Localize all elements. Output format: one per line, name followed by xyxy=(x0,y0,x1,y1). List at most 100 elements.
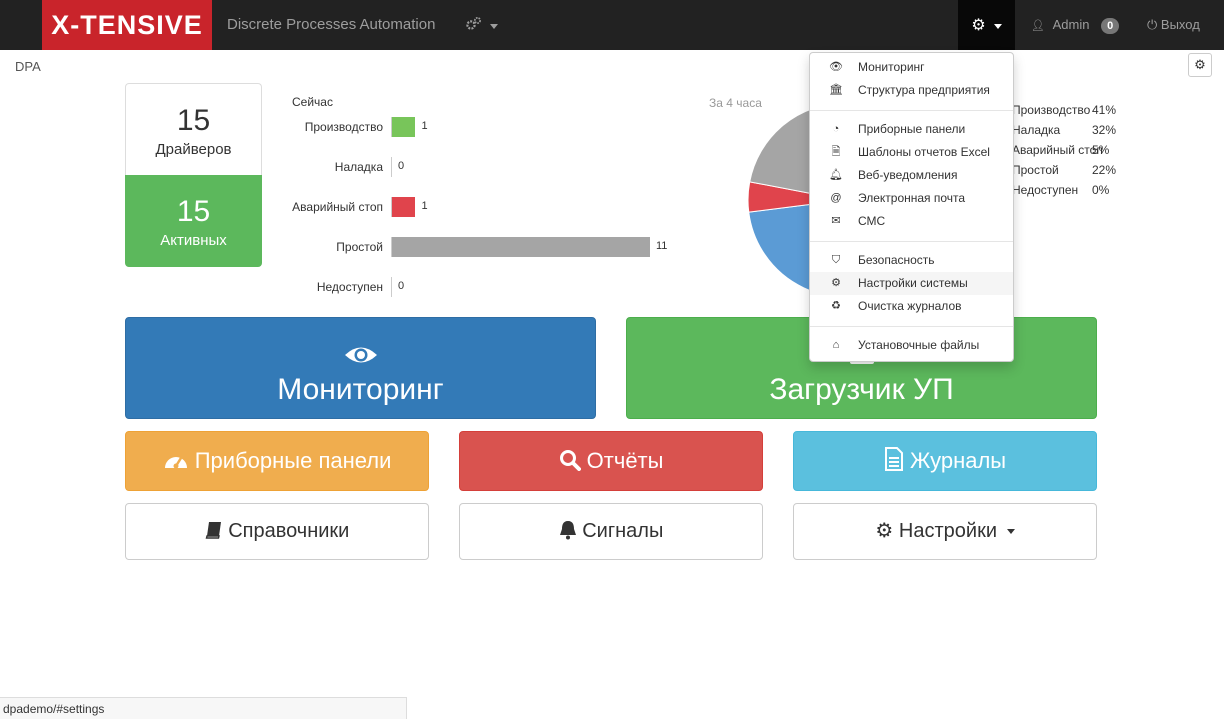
eye-icon: 👁︎ xyxy=(829,61,843,73)
user-name: Admin xyxy=(1052,17,1090,32)
active-label: Активных xyxy=(160,232,227,249)
signals-button[interactable]: Сигналы xyxy=(459,503,763,560)
monitoring-label: Мониторинг xyxy=(277,373,444,406)
dashboards-button[interactable]: Приборные панели xyxy=(125,431,429,491)
menu-item-security[interactable]: ⛉ Безопасность xyxy=(810,249,1013,272)
menu-item-label: Приборные панели xyxy=(858,122,966,136)
references-button[interactable]: Справочники xyxy=(125,503,429,560)
user-icon: 👤︎ xyxy=(1031,20,1045,32)
reports-label: Отчёты xyxy=(586,448,664,473)
chevron-down-icon xyxy=(489,23,498,29)
menu-item-label: Электронная почта xyxy=(858,191,966,205)
search-icon xyxy=(559,448,587,473)
settings-menu-toggle[interactable]: ⚙ xyxy=(958,0,1015,50)
legend-label: Производство xyxy=(1012,103,1091,117)
menu-item-sms[interactable]: ✉︎ СМС xyxy=(810,210,1013,233)
page-settings-button[interactable]: ⚙ xyxy=(1188,53,1212,77)
legend-percent: 32% xyxy=(1092,123,1117,137)
active-count: 15 xyxy=(176,195,211,228)
menu-item-label: Очистка журналов xyxy=(858,299,962,313)
dashboards-label: Приборные панели xyxy=(194,448,392,473)
menu-item-clear-journals[interactable]: ♻︎ Очистка журналов xyxy=(810,295,1013,318)
bar-value: 1 xyxy=(421,200,428,212)
menu-item-dashboards[interactable]: ◔ Приборные панели xyxy=(810,118,1013,141)
bar-row: Наладка 0 xyxy=(280,156,680,178)
legend-row: Простой 22% xyxy=(1012,163,1132,183)
menu-item-label: Шаблоны отчетов Excel xyxy=(858,145,990,159)
user-menu[interactable]: 👤︎ Admin 0 xyxy=(1031,0,1120,51)
bank-icon: 🏛︎ xyxy=(829,84,843,96)
bar-row: Простой 11 xyxy=(280,236,680,258)
top-navbar: X-TENSIVE Discrete Processes Automation … xyxy=(0,0,1224,50)
active-stat[interactable]: 15 Активных xyxy=(125,175,262,267)
reports-button[interactable]: Отчёты xyxy=(459,431,763,491)
bar-value: 0 xyxy=(398,280,405,292)
cogs-menu-toggle[interactable] xyxy=(466,16,498,33)
recycle-icon: ♻︎ xyxy=(831,300,841,312)
logout-link[interactable]: ⏻ Выход xyxy=(1147,0,1200,50)
breadcrumb: DPA xyxy=(15,59,41,74)
bar-label: Производство xyxy=(304,120,383,134)
bar xyxy=(392,237,650,257)
settings-button[interactable]: ⚙ Настройки xyxy=(793,503,1097,560)
browser-status-url: dpademo/#settings xyxy=(0,697,407,719)
menu-divider xyxy=(810,326,1013,327)
references-label: Справочники xyxy=(228,520,350,542)
envelope-icon: ✉︎ xyxy=(831,215,841,227)
menu-item-web-notifications[interactable]: 🔔︎ Веб-уведомления xyxy=(810,164,1013,187)
menu-item-email[interactable]: @ Электронная почта xyxy=(810,187,1013,210)
gear-icon: ⚙ xyxy=(971,17,986,34)
cogs-icon: ⚙ xyxy=(831,277,841,289)
bar-row: Производство 1 xyxy=(280,116,680,138)
menu-item-structure[interactable]: 🏛︎ Структура предприятия xyxy=(810,79,1013,102)
bar xyxy=(392,117,416,137)
drivers-stat[interactable]: 15 Драйверов xyxy=(125,83,262,175)
file-text-icon xyxy=(884,447,910,473)
bar-label: Недоступен xyxy=(316,280,383,294)
app-title[interactable]: Discrete Processes Automation xyxy=(227,0,435,50)
logout-label: Выход xyxy=(1160,17,1200,32)
signals-label: Сигналы xyxy=(582,520,664,542)
menu-item-label: Мониторинг xyxy=(858,60,925,74)
hdd-icon: ⌂ xyxy=(832,339,840,351)
menu-item-install-files[interactable]: ⌂ Установочные файлы xyxy=(810,334,1013,357)
menu-item-excel-templates[interactable]: 🗎︎ Шаблоны отчетов Excel xyxy=(810,141,1013,164)
brand-logo[interactable]: X-TENSIVE xyxy=(42,0,212,50)
bar-label: Наладка xyxy=(334,160,383,174)
journals-button[interactable]: Журналы xyxy=(793,431,1097,491)
menu-divider xyxy=(810,241,1013,242)
book-icon xyxy=(205,520,229,542)
bar xyxy=(392,197,416,217)
bell-icon: 🔔︎ xyxy=(829,169,843,181)
notification-badge: 0 xyxy=(1101,17,1120,34)
shield-icon: ⛉ xyxy=(831,254,841,266)
chevron-down-icon xyxy=(993,23,1002,29)
legend-row: Производство 41% xyxy=(1012,103,1132,123)
menu-item-monitoring[interactable]: 👁︎ Мониторинг xyxy=(810,56,1013,79)
legend-row: Наладка 32% xyxy=(1012,123,1132,143)
legend-row: Аварийный стоп 5% xyxy=(1012,143,1132,163)
dashboard-icon xyxy=(163,448,195,473)
chevron-down-icon xyxy=(1006,529,1015,535)
menu-item-system-settings[interactable]: ⚙ Настройки системы xyxy=(810,272,1013,295)
legend-label: Наладка xyxy=(1012,123,1061,137)
legend-percent: 0% xyxy=(1092,183,1110,197)
bell-icon xyxy=(559,520,583,542)
bar-axis xyxy=(391,157,392,177)
monitoring-button[interactable]: Мониторинг xyxy=(125,317,596,419)
gear-icon: ⚙ xyxy=(1194,57,1206,72)
menu-divider xyxy=(810,110,1013,111)
menu-item-label: СМС xyxy=(858,214,886,228)
bar-row: Аварийный стоп 1 xyxy=(280,196,680,218)
at-icon: @ xyxy=(830,192,842,204)
eye-icon xyxy=(126,342,595,372)
now-chart-title: Сейчас xyxy=(292,95,333,109)
legend-row: Недоступен 0% xyxy=(1012,183,1132,203)
legend-percent: 22% xyxy=(1092,163,1117,177)
pie-legend: Производство 41% Наладка 32% Аварийный с… xyxy=(1012,103,1132,203)
legend-label: Недоступен xyxy=(1012,183,1079,197)
bar-value: 11 xyxy=(656,240,668,252)
legend-label: Аварийный стоп xyxy=(1012,143,1103,157)
drivers-label: Драйверов xyxy=(155,141,232,158)
legend-label: Простой xyxy=(1012,163,1059,177)
